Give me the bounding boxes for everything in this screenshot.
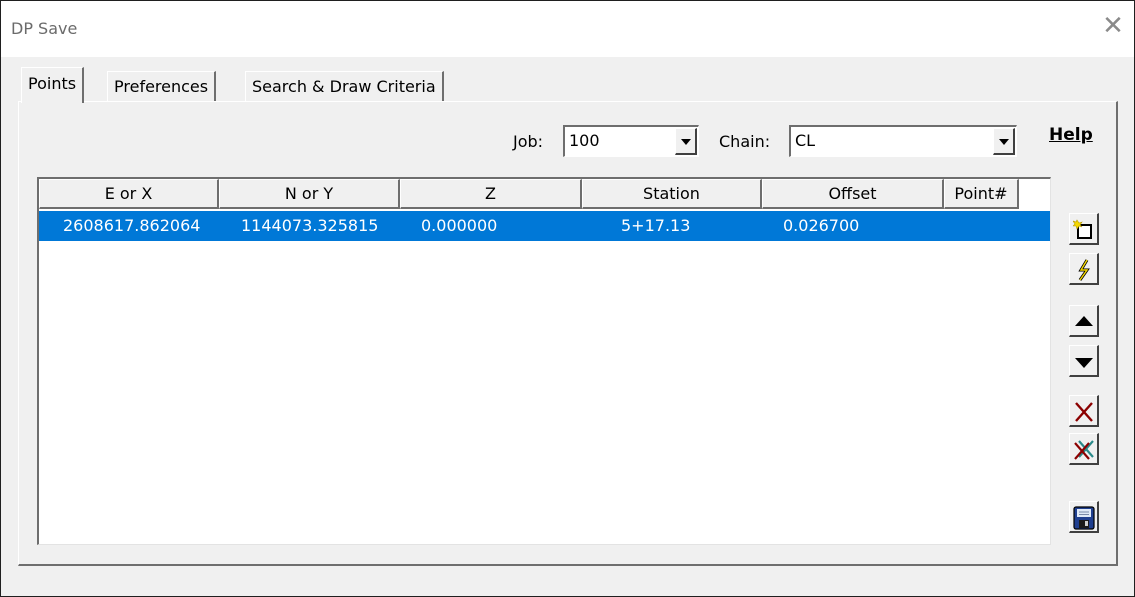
tab-label: Search & Draw Criteria — [252, 77, 436, 96]
window-title: DP Save — [11, 19, 78, 38]
delete-all-button[interactable] — [1069, 433, 1099, 465]
job-label: Job: — [513, 132, 544, 151]
title-bar: DP Save ✕ — [1, 1, 1134, 57]
new-point-icon — [1073, 219, 1092, 239]
save-button[interactable] — [1069, 501, 1099, 533]
cell-station: 5+17.13 — [621, 216, 691, 235]
column-header-offset[interactable]: Offset — [762, 179, 944, 209]
edit-point-button[interactable] — [1069, 253, 1099, 285]
column-header-z[interactable]: Z — [400, 179, 582, 209]
save-icon — [1073, 506, 1095, 530]
points-table[interactable]: E or X N or Y Z Station Offset Point# 26… — [37, 177, 1051, 545]
job-value: 100 — [569, 131, 600, 150]
chevron-down-icon[interactable] — [993, 128, 1015, 155]
move-up-button[interactable] — [1069, 305, 1099, 337]
tab-label: Preferences — [114, 77, 209, 96]
help-link[interactable]: Help — [1049, 125, 1093, 145]
column-header-n[interactable]: N or Y — [219, 179, 400, 209]
delete-button[interactable] — [1069, 395, 1099, 427]
tab-points[interactable]: Points — [21, 67, 85, 103]
column-header-point[interactable]: Point# — [944, 179, 1019, 209]
chain-value: CL — [795, 131, 816, 150]
tab-search-draw-criteria[interactable]: Search & Draw Criteria — [245, 71, 444, 103]
tab-label: Points — [28, 74, 77, 93]
new-point-button[interactable] — [1069, 213, 1099, 245]
delete-icon — [1075, 402, 1093, 422]
column-header-station[interactable]: Station — [582, 179, 762, 209]
chain-label: Chain: — [719, 132, 771, 151]
cell-z: 0.000000 — [421, 216, 498, 235]
table-row[interactable]: 2608617.862064 1144073.325815 0.000000 5… — [39, 211, 1050, 241]
close-icon[interactable]: ✕ — [1098, 11, 1128, 41]
job-select[interactable]: 100 — [563, 125, 699, 157]
edit-point-icon — [1078, 259, 1090, 281]
chevron-down-icon[interactable] — [675, 128, 697, 155]
cell-n: 1144073.325815 — [241, 216, 379, 235]
dp-save-dialog: DP Save ✕ Points Preferences Search & Dr… — [0, 0, 1135, 597]
cell-offset: 0.026700 — [783, 216, 860, 235]
column-header-e[interactable]: E or X — [39, 179, 219, 209]
chain-select[interactable]: CL — [789, 125, 1017, 157]
cell-e: 2608617.862064 — [63, 216, 201, 235]
move-down-icon — [1075, 358, 1093, 368]
tab-preferences[interactable]: Preferences — [107, 71, 217, 103]
delete-all-icon — [1074, 440, 1094, 460]
move-up-icon — [1075, 316, 1093, 326]
move-down-button[interactable] — [1069, 345, 1099, 377]
